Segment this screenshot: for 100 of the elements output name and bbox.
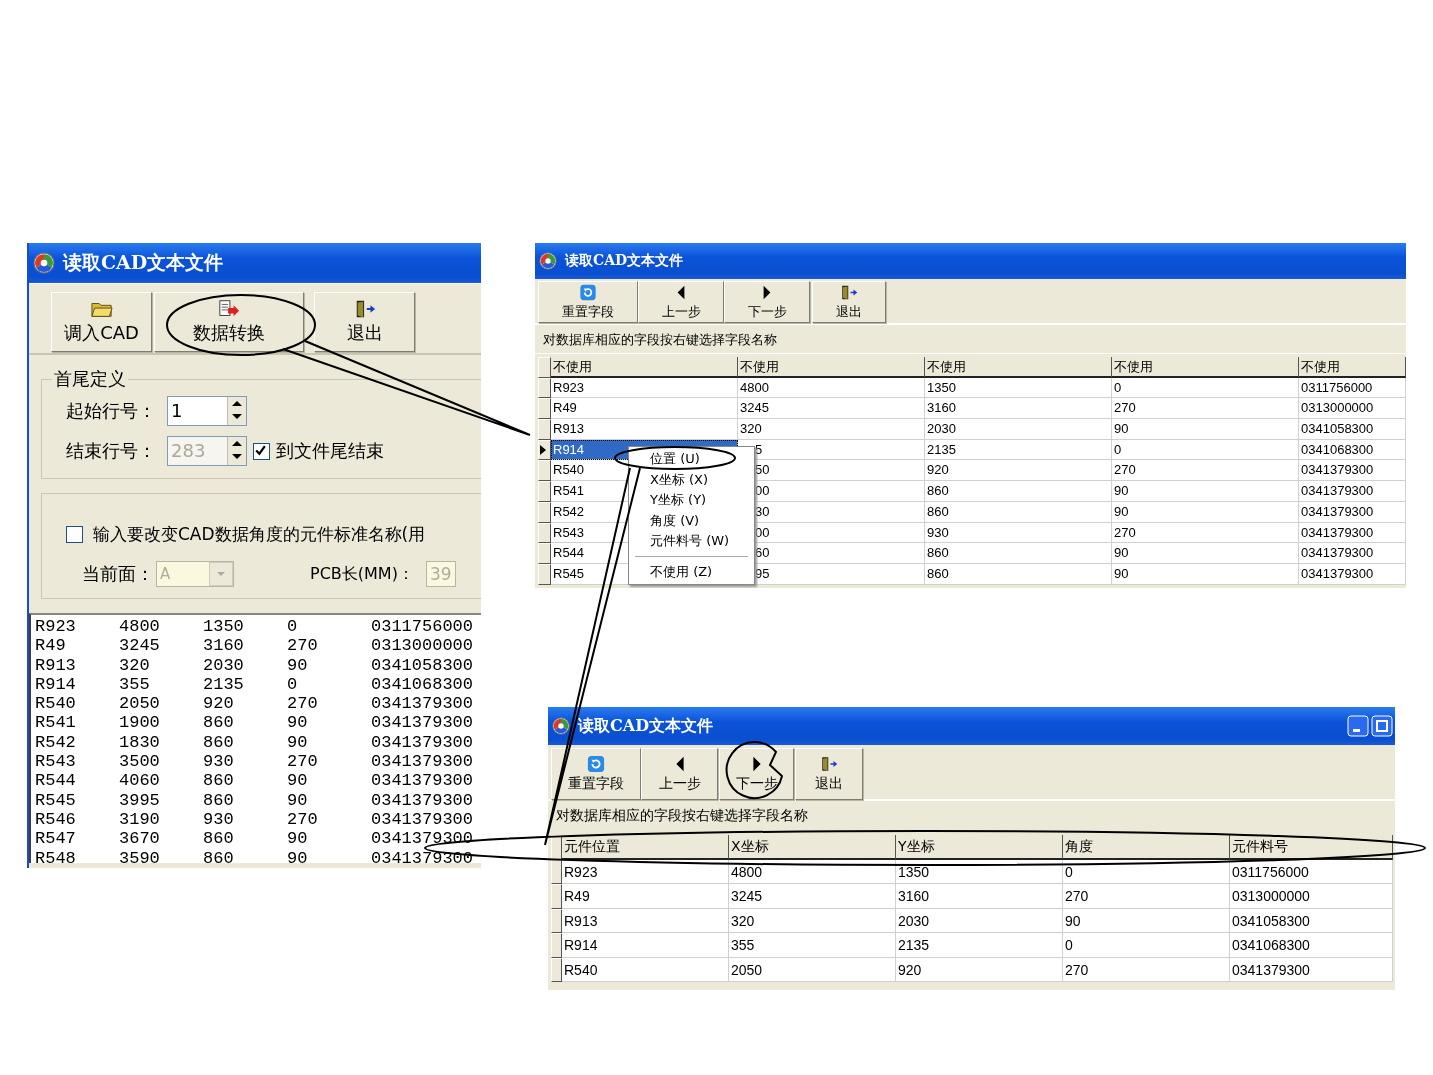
text-value: 270 xyxy=(287,636,319,656)
table-cell: 3245 xyxy=(729,884,896,909)
text-value: R545 xyxy=(35,790,77,810)
table-cell: 0313000000 xyxy=(1230,884,1393,909)
table-cell: 860 xyxy=(925,563,1112,585)
text-value: 3590 xyxy=(119,848,161,863)
text-value: 0341379300 xyxy=(371,732,475,753)
text-value: R543 xyxy=(35,752,77,772)
table-cell: 4800 xyxy=(738,377,925,399)
text-value: 860 xyxy=(203,790,235,810)
table-cell: 0341068300 xyxy=(1299,439,1406,461)
table-cell: 2050 xyxy=(729,957,896,982)
hint-text: 对数据库相应的字段按右键选择字段名称 xyxy=(555,806,809,825)
column-header[interactable]: Y坐标 xyxy=(896,835,1063,860)
toolbar-button[interactable]: 退出 xyxy=(314,292,415,352)
column-header[interactable]: 不使用 xyxy=(738,357,925,378)
table-cell: R913 xyxy=(562,908,729,933)
row-indicator[interactable] xyxy=(551,908,562,933)
document-arrow-icon xyxy=(218,299,240,319)
text-value: R546 xyxy=(35,809,77,830)
field-label: 当前面： xyxy=(82,562,150,586)
toolbar-button[interactable]: 重置字段 xyxy=(551,748,641,800)
text-value: 930 xyxy=(203,752,235,772)
text-value: 90 xyxy=(287,655,309,675)
row-indicator[interactable] xyxy=(551,957,562,982)
checkbox[interactable] xyxy=(66,525,83,543)
minimize-icon[interactable] xyxy=(1347,713,1369,739)
text-value: 90 xyxy=(287,713,309,733)
text-area[interactable] xyxy=(29,613,481,863)
spin-field[interactable]: 1 xyxy=(167,396,247,426)
text-value: 270 xyxy=(287,694,319,714)
toolbar-button[interactable]: 上一步 xyxy=(641,748,718,800)
row-indicator[interactable] xyxy=(538,398,551,420)
toolbar-button[interactable]: 退出 xyxy=(812,281,886,323)
column-header[interactable]: X坐标 xyxy=(729,835,896,860)
table-cell: 0341068300 xyxy=(1230,933,1393,958)
toolbar-button[interactable]: 调入CAD xyxy=(51,292,152,352)
toolbar-button[interactable]: 重置字段 xyxy=(538,281,638,323)
toolbar-button[interactable]: 数据转换 xyxy=(154,292,304,352)
table-cell: 0 xyxy=(1063,933,1230,958)
text-value: 90 xyxy=(287,732,309,753)
row-indicator[interactable] xyxy=(538,501,551,523)
header-corner xyxy=(538,357,551,378)
text-value: 0311756000 xyxy=(371,617,475,637)
row-indicator[interactable] xyxy=(538,522,551,544)
table-cell: 90 xyxy=(1112,501,1299,523)
text-value: 270 xyxy=(287,752,319,772)
toolbar-button[interactable]: 下一步 xyxy=(724,281,810,323)
table-cell: 270 xyxy=(1112,522,1299,544)
column-header[interactable]: 不使用 xyxy=(551,357,738,378)
row-indicator[interactable] xyxy=(551,884,562,909)
toolbar-button[interactable]: 上一步 xyxy=(638,281,724,323)
table-cell: 0341058300 xyxy=(1230,908,1393,933)
column-header[interactable]: 元件位置 xyxy=(562,835,729,860)
table-cell: 0 xyxy=(1112,439,1299,461)
column-header[interactable]: 不使用 xyxy=(1299,357,1406,378)
checkbox-label: 到文件尾结束 xyxy=(276,439,384,463)
table-cell: 2030 xyxy=(925,419,1112,440)
text-value: 90 xyxy=(287,771,309,791)
table-cell: R913 xyxy=(551,419,738,440)
text-value: 0341058300 xyxy=(371,655,475,675)
text-value: 270 xyxy=(287,809,319,830)
row-indicator[interactable] xyxy=(538,481,551,502)
text-value: 920 xyxy=(203,694,235,714)
column-header[interactable]: 不使用 xyxy=(925,357,1112,378)
app-icon xyxy=(33,252,55,274)
text-value: 860 xyxy=(203,732,235,753)
text-value: 3500 xyxy=(119,752,161,772)
text-value: 90 xyxy=(287,848,309,863)
row-indicator[interactable] xyxy=(538,377,551,399)
table-cell: 90 xyxy=(1112,481,1299,502)
text-value: 0341379300 xyxy=(371,848,475,863)
row-indicator[interactable] xyxy=(538,419,551,440)
toolbar-button[interactable]: 退出 xyxy=(795,748,863,800)
text-value: 3160 xyxy=(203,636,245,656)
row-indicator[interactable] xyxy=(538,563,551,585)
row-indicator[interactable] xyxy=(551,933,562,958)
row-indicator[interactable] xyxy=(538,543,551,564)
checkbox-label: 输入要改变CAD数据角度的元件标准名称(用 xyxy=(93,522,426,546)
text-value: 3190 xyxy=(119,809,161,830)
row-indicator[interactable] xyxy=(551,859,562,884)
window-title: 读取CAD文本文件 xyxy=(63,250,224,275)
row-indicator[interactable] xyxy=(538,439,551,461)
checkbox[interactable] xyxy=(253,442,270,460)
row-indicator[interactable] xyxy=(538,460,551,482)
toolbar-button[interactable]: 下一步 xyxy=(719,748,794,800)
text-value: 860 xyxy=(203,848,235,863)
table-cell: 860 xyxy=(925,501,1112,523)
text-value: 0341379300 xyxy=(371,809,475,830)
text-value: 1350 xyxy=(203,617,245,637)
text-value: R923 xyxy=(35,617,77,637)
text-value: R542 xyxy=(35,732,77,753)
text-value: 3245 xyxy=(119,636,161,656)
maximize-icon[interactable] xyxy=(1371,713,1393,739)
text-value: 0313000000 xyxy=(371,636,475,656)
column-header[interactable]: 不使用 xyxy=(1112,357,1299,378)
text-value: 0341379300 xyxy=(371,771,475,791)
text-value: 2030 xyxy=(203,655,245,675)
reset-icon xyxy=(587,755,605,773)
column-header[interactable]: 角度 xyxy=(1063,835,1230,860)
